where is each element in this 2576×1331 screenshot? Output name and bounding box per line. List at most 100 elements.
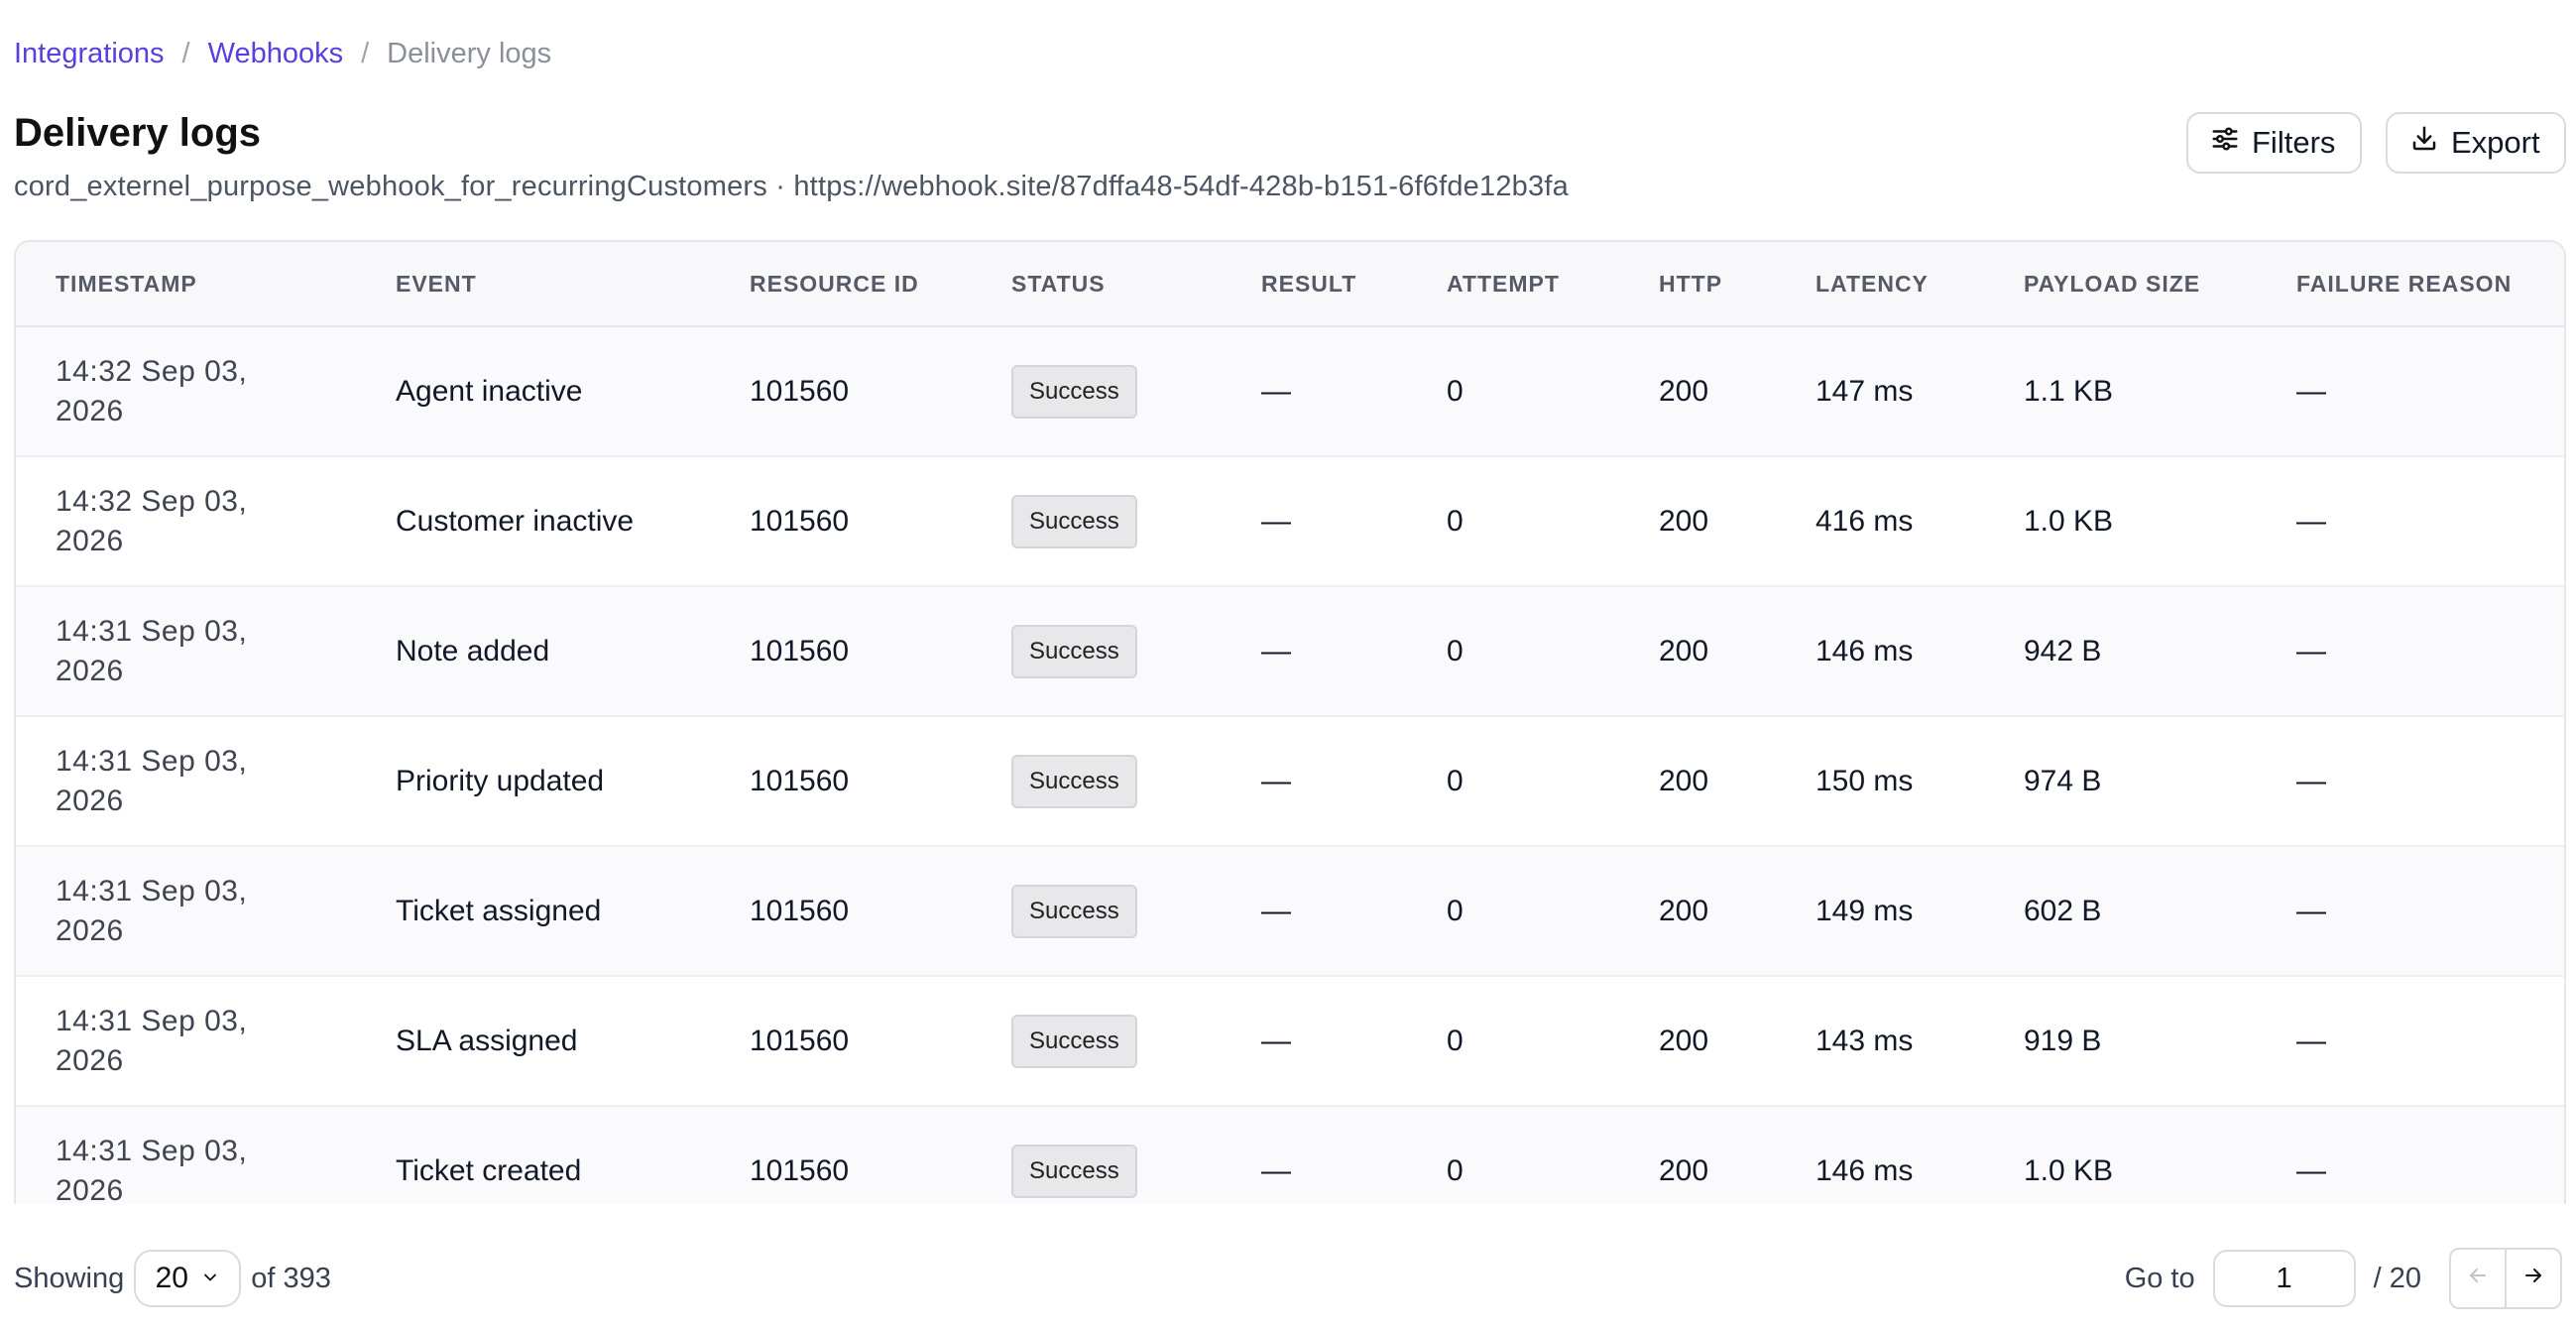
status-cell: Success	[1011, 977, 1137, 1105]
breadcrumb-current: Delivery logs	[387, 38, 552, 69]
failure-reason-cell: —	[2296, 374, 2326, 408]
payload-size-cell: 1.0 KB	[2024, 504, 2114, 538]
status-badge: Success	[1011, 1144, 1137, 1198]
table-row[interactable]: 14:32 Sep 03, 2026 Agent inactive 101560 Suc…	[16, 327, 2564, 457]
status-cell: Success	[1011, 327, 1137, 455]
breadcrumb-integrations-link[interactable]: Integrations	[14, 38, 165, 70]
arrow-right-icon	[2521, 1263, 2545, 1295]
goto-page-input[interactable]	[2212, 1250, 2356, 1307]
status-badge: Success	[1011, 1014, 1137, 1068]
timestamp-time: 14:31 Sep 03,	[56, 1004, 248, 1037]
latency-cell: 416 ms	[1815, 504, 1914, 538]
status-cell: Success	[1011, 587, 1137, 715]
timestamp-year: 2026	[56, 524, 124, 557]
attempt-cell: 0	[1447, 634, 1464, 667]
resource-id-cell: 101560	[750, 1153, 850, 1187]
table-row[interactable]: 14:31 Sep 03, 2026 Priority updated 101560 S…	[16, 717, 2564, 847]
arrow-left-icon	[2466, 1263, 2490, 1295]
export-button[interactable]: Export	[2386, 112, 2566, 174]
breadcrumb: Integrations / Webhooks / Delivery logs	[14, 38, 551, 70]
resource-id-cell: 101560	[750, 504, 850, 538]
result-cell: —	[1261, 374, 1291, 408]
column-header-failure-reason[interactable]: FAILURE REASON	[2296, 242, 2512, 325]
event-cell: Ticket created	[396, 1153, 582, 1187]
payload-size-cell: 602 B	[2024, 894, 2102, 927]
showing-label: Showing	[14, 1262, 125, 1294]
webhook-subtitle: cord_externel_purpose_webhook_for_recurr…	[14, 171, 1569, 202]
resource-id-cell: 101560	[750, 894, 850, 927]
timestamp-cell: 14:31 Sep 03, 2026	[56, 977, 247, 1105]
payload-size-cell: 1.1 KB	[2024, 374, 2114, 408]
timestamp-time: 14:31 Sep 03,	[56, 614, 248, 648]
timestamp-time: 14:31 Sep 03,	[56, 1134, 248, 1167]
result-cell: —	[1261, 1024, 1291, 1057]
event-cell: Agent inactive	[396, 374, 583, 408]
attempt-cell: 0	[1447, 1024, 1464, 1057]
timestamp-time: 14:31 Sep 03,	[56, 744, 248, 778]
column-header-resource-id[interactable]: RESOURCE ID	[750, 242, 919, 325]
column-header-payload-size[interactable]: PAYLOAD SIZE	[2024, 242, 2200, 325]
table-row[interactable]: 14:31 Sep 03, 2026 Ticket assigned 101560 Su…	[16, 847, 2564, 977]
breadcrumb-separator: /	[361, 38, 370, 69]
attempt-cell: 0	[1447, 894, 1464, 927]
payload-size-cell: 1.0 KB	[2024, 1153, 2114, 1187]
http-cell: 200	[1659, 1024, 1709, 1057]
status-badge: Success	[1011, 624, 1137, 678]
http-cell: 200	[1659, 374, 1709, 408]
failure-reason-cell: —	[2296, 1153, 2326, 1187]
next-page-button[interactable]	[2507, 1250, 2560, 1307]
column-header-latency[interactable]: LATENCY	[1815, 242, 1929, 325]
http-cell: 200	[1659, 894, 1709, 927]
table-row[interactable]: 14:32 Sep 03, 2026 Customer inactive 101560…	[16, 457, 2564, 587]
column-header-status[interactable]: STATUS	[1011, 242, 1106, 325]
status-badge: Success	[1011, 884, 1137, 938]
delivery-logs-table: TIMESTAMP EVENT RESOURCE ID STATUS RESUL…	[14, 240, 2566, 1204]
resource-id-cell: 101560	[750, 634, 850, 667]
column-header-result[interactable]: RESULT	[1261, 242, 1356, 325]
table-row[interactable]: 14:31 Sep 03, 2026 Note added 101560 Success…	[16, 587, 2564, 717]
total-count-label: of 393	[251, 1262, 331, 1294]
timestamp-time: 14:31 Sep 03,	[56, 874, 248, 908]
timestamp-time: 14:32 Sep 03,	[56, 354, 248, 388]
page-size-value: 20	[155, 1262, 188, 1294]
result-cell: —	[1261, 894, 1291, 927]
payload-size-cell: 942 B	[2024, 634, 2102, 667]
attempt-cell: 0	[1447, 764, 1464, 797]
total-pages-label: / 20	[2373, 1262, 2421, 1294]
status-cell: Success	[1011, 457, 1137, 585]
timestamp-year: 2026	[56, 394, 124, 427]
page-size-select[interactable]: 20	[134, 1250, 242, 1307]
column-header-http[interactable]: HTTP	[1659, 242, 1722, 325]
timestamp-time: 14:32 Sep 03,	[56, 484, 248, 518]
filters-button[interactable]: Filters	[2186, 112, 2362, 174]
status-badge: Success	[1011, 754, 1137, 808]
column-header-attempt[interactable]: ATTEMPT	[1447, 242, 1560, 325]
export-label: Export	[2451, 125, 2540, 160]
event-cell: Ticket assigned	[396, 894, 602, 927]
latency-cell: 147 ms	[1815, 374, 1914, 408]
event-cell: Customer inactive	[396, 504, 635, 538]
attempt-cell: 0	[1447, 1153, 1464, 1187]
latency-cell: 143 ms	[1815, 1024, 1914, 1057]
timestamp-year: 2026	[56, 1173, 124, 1205]
column-header-event[interactable]: EVENT	[396, 242, 477, 325]
resource-id-cell: 101560	[750, 374, 850, 408]
chevron-down-icon	[200, 1262, 220, 1295]
table-header: TIMESTAMP EVENT RESOURCE ID STATUS RESUL…	[16, 242, 2564, 327]
table-row[interactable]: 14:31 Sep 03, 2026 SLA assigned 101560 Succe…	[16, 977, 2564, 1107]
failure-reason-cell: —	[2296, 634, 2326, 667]
http-cell: 200	[1659, 1153, 1709, 1187]
failure-reason-cell: —	[2296, 764, 2326, 797]
column-header-timestamp[interactable]: TIMESTAMP	[56, 242, 197, 325]
pagination-footer: Showing 20 of 393 Go to / 20	[0, 1248, 2576, 1309]
resource-id-cell: 101560	[750, 1024, 850, 1057]
result-cell: —	[1261, 504, 1291, 538]
result-cell: —	[1261, 634, 1291, 667]
http-cell: 200	[1659, 764, 1709, 797]
showing-summary: Showing 20 of 393	[14, 1248, 331, 1309]
previous-page-button[interactable]	[2451, 1250, 2507, 1307]
breadcrumb-webhooks-link[interactable]: Webhooks	[208, 38, 344, 70]
status-cell: Success	[1011, 717, 1137, 845]
event-cell: Note added	[396, 634, 550, 667]
table-row[interactable]: 14:31 Sep 03, 2026 Ticket created 101560 Suc…	[16, 1107, 2564, 1204]
